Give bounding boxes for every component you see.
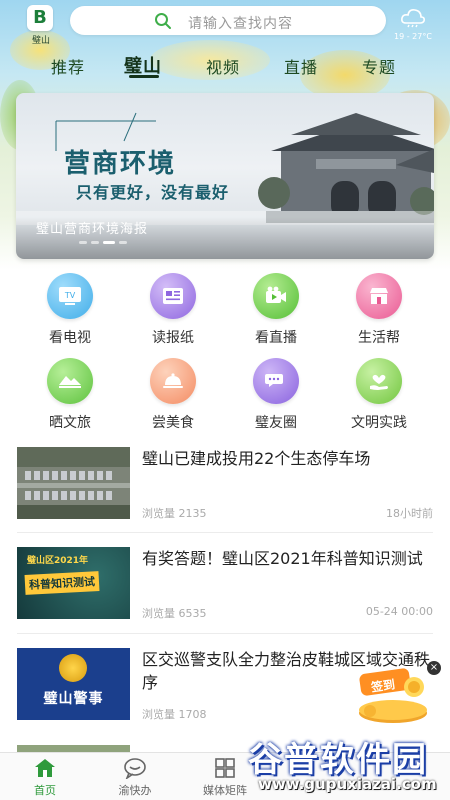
search-placeholder: 请输入查找内容: [188, 16, 293, 32]
logo-text: 璧山: [31, 36, 50, 46]
watermark-url: www.gupuxiazai.com: [258, 775, 437, 793]
shortcut-food[interactable]: 尝美食: [133, 358, 213, 438]
carousel-dot: [79, 241, 87, 244]
app-logo[interactable]: B: [27, 5, 53, 31]
shortcut-label: 看直播: [255, 330, 297, 346]
divider: [17, 532, 433, 533]
shortcut-label: 文明实践: [351, 415, 407, 431]
shortcut-life-help[interactable]: 生活帮: [339, 273, 419, 353]
top-bar: B 璧山 请输入查找内容 19 - 27°C: [0, 0, 450, 48]
tv-icon: TV: [47, 273, 93, 319]
shortcut-watch-live[interactable]: 看直播: [236, 273, 316, 353]
sign-in-label: 签到: [370, 677, 396, 695]
news-title: 有奖答题！璧山区2021年科普知识测试: [142, 549, 423, 568]
sign-in-button[interactable]: [352, 665, 434, 727]
news-view-count: 浏览量 6535: [142, 607, 207, 620]
news-time: 18小时前: [386, 507, 433, 520]
home-icon: [35, 759, 55, 777]
shortcut-label: 尝美食: [152, 415, 194, 431]
carousel-dot: [119, 241, 127, 244]
banner-caption: 璧山营商环境海报: [36, 222, 149, 237]
police-badge-icon: [59, 654, 87, 682]
cloud-icon: [401, 9, 425, 28]
shortcut-label: 读报纸: [152, 330, 194, 346]
food-cloche-icon: [150, 358, 196, 404]
banner-headline: 营商环境: [64, 149, 177, 179]
shortcut-label: 生活帮: [358, 330, 400, 346]
search-input[interactable]: 请输入查找内容: [70, 6, 386, 35]
thumb-subtitle: 璧山区2021年: [27, 556, 89, 566]
news-item[interactable]: 璧山已建成投用22个生态停车场 浏览量 2135 18小时前: [0, 447, 450, 542]
hand-heart-icon: [356, 358, 402, 404]
nav-label: 渝快办: [118, 784, 152, 797]
news-view-count: 浏览量 2135: [142, 507, 207, 520]
shortcut-culture-travel[interactable]: 晒文旅: [30, 358, 110, 438]
shortcut-friends-circle[interactable]: 璧友圈: [236, 358, 316, 438]
newspaper-icon: [150, 273, 196, 319]
thumb-title: 科普知识测试: [24, 571, 100, 595]
divider: [17, 633, 433, 634]
channel-tabs: 推荐 璧山 视频 直播 专题: [0, 50, 450, 80]
nav-home[interactable]: 首页: [5, 757, 85, 798]
svg-text:TV: TV: [64, 291, 76, 300]
watermark-text: 谷普软件园: [248, 740, 428, 780]
news-view-count: 浏览量 1708: [142, 708, 207, 721]
close-icon[interactable]: ×: [427, 661, 441, 675]
active-tab-indicator: [129, 75, 159, 78]
news-thumbnail: 璧山区2021年 科普知识测试: [17, 547, 130, 619]
thumb-title: 璧山警事: [43, 691, 104, 707]
chat-icon: [124, 758, 146, 779]
nav-yukuaiban[interactable]: 渝快办: [95, 757, 175, 798]
banner-carousel[interactable]: 营商环境 只有更好，没有最好 璧山营商环境海报: [16, 93, 434, 259]
search-icon: [155, 13, 171, 29]
news-thumbnail: 璧山警事: [17, 648, 130, 720]
shop-icon: [356, 273, 402, 319]
tab-live[interactable]: 直播: [284, 54, 318, 78]
tab-topics[interactable]: 专题: [362, 54, 396, 78]
news-thumbnail: [17, 447, 130, 519]
tab-recommend[interactable]: 推荐: [51, 54, 85, 78]
news-time: 05-24 00:00: [365, 605, 433, 618]
nav-label: 首页: [34, 784, 56, 797]
landscape-icon: [47, 358, 93, 404]
news-item[interactable]: 璧山区2021年 科普知识测试 有奖答题！璧山区2021年科普知识测试 浏览量 …: [0, 547, 450, 642]
shortcut-label: 晒文旅: [49, 415, 91, 431]
shortcut-civilization-practice[interactable]: 文明实践: [339, 358, 419, 438]
banner-subline: 只有更好，没有最好: [76, 183, 230, 202]
grid-icon: [215, 758, 235, 778]
chat-bubbles-icon: [253, 358, 299, 404]
tab-video[interactable]: 视频: [206, 54, 240, 78]
carousel-dot: [91, 241, 99, 244]
carousel-indicator: [79, 241, 127, 244]
shortcut-label: 看电视: [49, 330, 91, 346]
shortcut-read-paper[interactable]: 读报纸: [133, 273, 213, 353]
shortcut-watch-tv[interactable]: TV 看电视: [30, 273, 110, 353]
shortcut-label: 璧友圈: [255, 415, 297, 431]
live-video-icon: [253, 273, 299, 319]
weather-temperature: 19 - 27°C: [394, 32, 432, 41]
carousel-dot-active: [103, 241, 115, 244]
news-title: 璧山已建成投用22个生态停车场: [142, 449, 371, 468]
